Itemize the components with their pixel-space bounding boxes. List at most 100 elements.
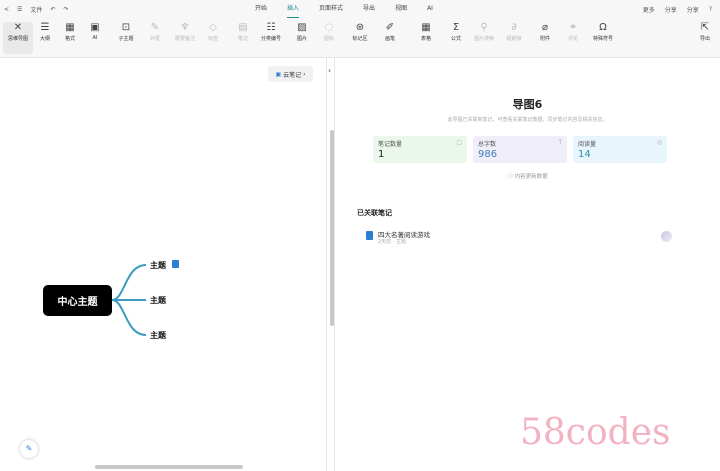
tab-2[interactable]: 页面样式: [319, 0, 343, 18]
top-action-0[interactable]: 更多: [643, 5, 655, 14]
tool-18[interactable]: ⌀ 附件: [530, 22, 560, 42]
topic-2[interactable]: 主题: [150, 295, 166, 306]
central-topic[interactable]: 中心主题: [43, 285, 112, 316]
tool-label: AI: [92, 35, 98, 41]
tool-label: 图标: [323, 36, 334, 42]
tool-icon: ✐: [385, 22, 395, 33]
tab-5[interactable]: AI: [427, 0, 433, 18]
tab-0[interactable]: 开始: [255, 0, 267, 18]
redo-icon[interactable]: ↷: [63, 6, 68, 13]
tool-9[interactable]: ☷ 分类编号: [256, 22, 286, 42]
stat-icon: ▢: [456, 139, 462, 146]
toolbar: ✕ 思维导图 ☰ 大纲 ▦ 格式 ▣ AI ⊡ 子主题 ✎ 外框 ♆ 概要备注 ◇ 标签 ▤ 笔记 ☷ 分类编号 ▨ 图片…: [0, 18, 720, 58]
note-link-icon[interactable]: [172, 260, 179, 268]
tool-icon: ∂: [511, 22, 517, 33]
undo-icon[interactable]: ↶: [50, 6, 55, 13]
top-action-1[interactable]: 分享: [665, 5, 677, 14]
tool-label: 概要备注: [174, 36, 195, 42]
tool-icon: ▣: [90, 22, 100, 33]
stat-icon: T: [558, 139, 562, 146]
tool-17[interactable]: ∂ 超链接: [499, 22, 529, 42]
tool-label: 附件: [539, 36, 550, 42]
note-panel: 导图6 此导图已关联到笔记，可查看关联笔记数据，同步笔记内容及相关信息。 笔记数…: [335, 58, 720, 471]
tab-1[interactable]: 插入: [287, 0, 300, 18]
tool-13[interactable]: ✐ 画笔: [375, 22, 405, 42]
tool-5[interactable]: ✎ 外框: [140, 22, 170, 42]
tool-label: 公式: [450, 36, 461, 42]
tool-7[interactable]: ◇ 标签: [198, 22, 228, 42]
tool-20[interactable]: Ω 特殊符号: [588, 22, 618, 42]
section-title: 已关联笔记: [357, 209, 392, 217]
tool-icon: ⊡: [121, 22, 131, 33]
top-action-2[interactable]: 分享: [687, 5, 699, 14]
linked-note-item[interactable]: 四大名著阅读游戏 2天前 · 主题: [362, 228, 672, 250]
stat-value: 1: [378, 149, 385, 160]
tool-0[interactable]: ✕ 思维导图: [3, 22, 33, 54]
stat-value: 986: [478, 149, 498, 160]
tool-icon: ⌀: [541, 22, 549, 33]
menu-icon[interactable]: ☰: [17, 6, 22, 13]
tool-label: 标记区: [352, 36, 368, 42]
tool-3[interactable]: ▣ AI: [80, 22, 110, 41]
tool-14[interactable]: ▦ 表格: [411, 22, 441, 42]
tool-icon: ▨: [297, 22, 307, 33]
mindmap-canvas[interactable]: ▣ 云笔记 › 中心主题 主题 主题 主题 ✎: [0, 58, 326, 471]
note-icon: [366, 231, 373, 240]
watermark: 58codes: [520, 412, 671, 453]
tab-4[interactable]: 视图: [395, 0, 407, 18]
tool-icon: ▦: [421, 22, 431, 33]
tool-4[interactable]: ⊡ 子主题: [111, 22, 141, 42]
tool-icon: ✕: [13, 22, 23, 33]
ai-assistant-button[interactable]: ✎: [20, 440, 38, 458]
tool-label: 子主题: [118, 36, 134, 42]
tool-label: 图片搜索: [473, 36, 494, 42]
tab-3[interactable]: 导出: [363, 0, 375, 18]
tool-label: 特殊符号: [592, 36, 613, 42]
topic-1[interactable]: 主题: [150, 260, 166, 271]
panel-splitter[interactable]: ‹: [326, 58, 335, 471]
refresh-data-label: 内容更新数据: [514, 174, 548, 180]
top-right-actions: 更多 分享 分享?: [643, 0, 712, 18]
tool-15[interactable]: Σ 公式: [441, 22, 471, 42]
stat-label: 笔记数量: [378, 141, 403, 148]
tool-icon: ☷: [266, 22, 276, 33]
stat-label: 阅读量: [578, 141, 597, 148]
collapse-icon[interactable]: ‹: [328, 66, 331, 75]
tool-8[interactable]: ▤ 笔记: [228, 22, 258, 42]
tool-11[interactable]: ◌ 图标: [314, 22, 344, 42]
tool-label: 外框: [149, 36, 160, 42]
topic-3[interactable]: 主题: [150, 330, 166, 341]
tool-icon: ⚭: [568, 22, 578, 33]
file-menu[interactable]: 文件: [30, 5, 42, 14]
ribbon-tabs: 开始 插入 页面样式 导出 视图 AI: [255, 0, 433, 18]
tool-label: 表格: [420, 36, 431, 42]
stat-card: 笔记数量 1 ▢: [373, 136, 467, 163]
tool-12[interactable]: ⊛ 标记区: [345, 22, 375, 42]
avatar: [661, 231, 672, 242]
tool-21[interactable]: ⇱ 导出: [690, 22, 720, 42]
tool-icon: ⚲: [480, 22, 488, 33]
tool-label: 导出: [699, 36, 710, 42]
tool-icon: ◇: [209, 22, 217, 33]
tool-icon: ⇱: [700, 22, 710, 33]
tool-label: 评论: [567, 36, 578, 42]
tool-6[interactable]: ♆ 概要备注: [170, 22, 200, 42]
horizontal-scrollbar[interactable]: [95, 465, 243, 469]
stat-value: 14: [578, 149, 591, 160]
stat-icon: ◎: [656, 139, 662, 146]
refresh-data-link[interactable]: ⓘ 内容更新数据: [335, 172, 720, 180]
top-action-3[interactable]: ?: [709, 6, 712, 13]
tool-icon: ♆: [180, 22, 190, 33]
tool-icon: Ω: [599, 22, 607, 33]
tool-icon: ✎: [150, 22, 160, 33]
vertical-scrollbar[interactable]: [330, 130, 334, 326]
panel-subtitle: 此导图已关联到笔记，可查看关联笔记数据，同步笔记内容及相关信息。: [447, 117, 608, 123]
stat-card: 总字数 986 T: [473, 136, 567, 163]
tool-label: 超链接: [506, 36, 522, 42]
tool-19[interactable]: ⚭ 评论: [558, 22, 588, 42]
tool-icon: ⊛: [355, 22, 365, 33]
tool-label: 画笔: [384, 36, 395, 42]
back-button[interactable]: <: [4, 6, 9, 13]
tool-10[interactable]: ▨ 图片: [287, 22, 317, 42]
tool-16[interactable]: ⚲ 图片搜索: [469, 22, 499, 42]
